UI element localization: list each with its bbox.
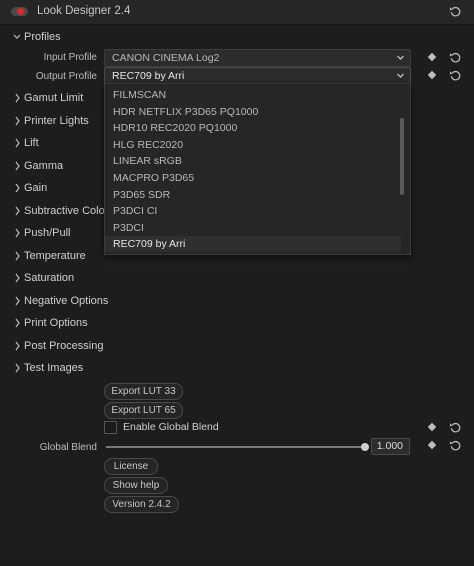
keyframe-diamond-icon[interactable] (427, 52, 437, 62)
section-label: Gain (24, 182, 48, 194)
input-profile-select[interactable]: CANON CINEMA Log2 (104, 49, 411, 67)
option-label: REC709 by Arri (113, 238, 186, 251)
slider-fill (106, 446, 365, 448)
section-profiles[interactable]: Profiles (0, 27, 474, 49)
dropdown-option[interactable]: LINEAR sRGB (105, 153, 401, 169)
dropdown-option[interactable]: P3DCI (105, 220, 401, 236)
chevron-right-icon (15, 93, 20, 103)
chevron-right-icon (15, 206, 20, 215)
section-label: Saturation (24, 272, 75, 284)
section-label: Printer Lights (24, 114, 89, 127)
option-label: FILMSCAN (113, 89, 167, 101)
enable-global-blend-checkbox[interactable] (104, 421, 117, 434)
output-profile-dropdown: FILMSCAN HDR NETFLIX P3D65 PQ1000 HDR10 RE… (104, 83, 411, 255)
section-label: Post Processing (24, 339, 104, 352)
section-label: Subtractive Color (24, 204, 109, 217)
export-lut-33-button[interactable]: Export LUT 33 (104, 383, 183, 400)
output-profile-label: Output Profile (35, 71, 97, 82)
section-saturation[interactable]: Saturation (0, 268, 474, 290)
section-label: Gamut Limit (24, 92, 84, 104)
section-label: Push/Pull (24, 227, 71, 239)
global-blend-label: Global Blend (39, 442, 97, 453)
chevron-right-icon (15, 273, 20, 283)
section-label: Negative Options (24, 294, 109, 307)
dropdown-option[interactable]: HLG REC2020 (105, 137, 401, 153)
reset-icon[interactable] (449, 439, 462, 452)
reset-icon[interactable] (449, 69, 462, 82)
reset-all-icon[interactable] (449, 5, 462, 18)
section-post-processing[interactable]: Post Processing (0, 336, 474, 358)
option-label: HLG REC2020 (113, 138, 184, 151)
section-test-images[interactable]: Test Images (0, 358, 474, 380)
dropdown-option[interactable]: P3D65 SDR (105, 187, 401, 203)
option-label: P3DCI CI (113, 205, 158, 218)
chevron-right-icon (15, 251, 20, 260)
option-label: P3D65 SDR (113, 188, 171, 201)
global-blend-value-field[interactable]: 1.000 (371, 438, 410, 455)
option-label: LINEAR sRGB (113, 155, 182, 168)
section-negative-options[interactable]: Negative Options (0, 291, 474, 313)
section-label: Gamma (24, 159, 64, 172)
section-print-options[interactable]: Print Options (0, 313, 474, 335)
chevron-right-icon (15, 341, 20, 350)
chevron-right-icon (15, 228, 20, 238)
chevron-right-icon (15, 138, 20, 148)
keyframe-diamond-icon[interactable] (427, 422, 437, 432)
section-label: Temperature (24, 249, 86, 262)
option-label: HDR NETFLIX P3D65 PQ1000 (113, 105, 259, 118)
section-label: Lift (24, 137, 39, 149)
reset-icon[interactable] (449, 51, 462, 64)
section-label: Print Options (24, 317, 88, 329)
chevron-right-icon (15, 183, 20, 193)
section-label: Profiles (24, 31, 61, 43)
dropdown-option[interactable]: HDR NETFLIX P3D65 PQ1000 (105, 104, 401, 120)
dropdown-option[interactable]: P3DCI CI (105, 203, 401, 219)
enable-global-blend-label: Enable Global Blend (123, 421, 219, 433)
chevron-down-icon (397, 55, 404, 60)
option-label: MACPRO P3D65 (113, 172, 195, 184)
reset-icon[interactable] (449, 421, 462, 434)
chevron-right-icon (15, 363, 20, 373)
chevron-right-icon (15, 318, 20, 328)
slider-knob[interactable] (361, 443, 369, 451)
chevron-right-icon (15, 116, 20, 125)
section-label: Test Images (24, 362, 84, 374)
output-profile-value: REC709 by Arri (112, 70, 185, 82)
license-button[interactable]: License (104, 458, 158, 475)
dropdown-option[interactable]: REC709 by Arri (105, 236, 401, 253)
dropdown-option[interactable]: FILMSCAN (105, 87, 401, 103)
dropdown-option[interactable]: HDR10 REC2020 PQ1000 (105, 120, 401, 136)
dropdown-scrollbar[interactable] (400, 118, 404, 195)
toggle-dot-icon (17, 8, 24, 15)
chevron-right-icon (15, 296, 20, 305)
effect-toggle[interactable] (11, 7, 28, 16)
input-profile-label: Input Profile (43, 52, 97, 63)
keyframe-diamond-icon[interactable] (427, 440, 437, 450)
export-lut-65-button[interactable]: Export LUT 65 (104, 402, 183, 419)
keyframe-diamond-icon[interactable] (427, 70, 437, 80)
title-bar: Look Designer 2.4 (0, 0, 474, 25)
window-title: Look Designer 2.4 (37, 5, 131, 17)
chevron-down-icon (397, 73, 404, 78)
dropdown-option[interactable]: MACPRO P3D65 (105, 170, 401, 186)
chevron-right-icon (15, 161, 20, 170)
show-help-button[interactable]: Show help (104, 477, 168, 494)
chevron-down-icon (13, 34, 21, 39)
option-label: P3DCI (113, 221, 144, 234)
option-label: HDR10 REC2020 PQ1000 (113, 122, 238, 135)
global-blend-value: 1.000 (376, 440, 403, 452)
input-profile-value: CANON CINEMA Log2 (112, 52, 220, 64)
version-button[interactable]: Version 2.4.2 (104, 496, 179, 513)
global-blend-slider[interactable] (106, 446, 365, 448)
